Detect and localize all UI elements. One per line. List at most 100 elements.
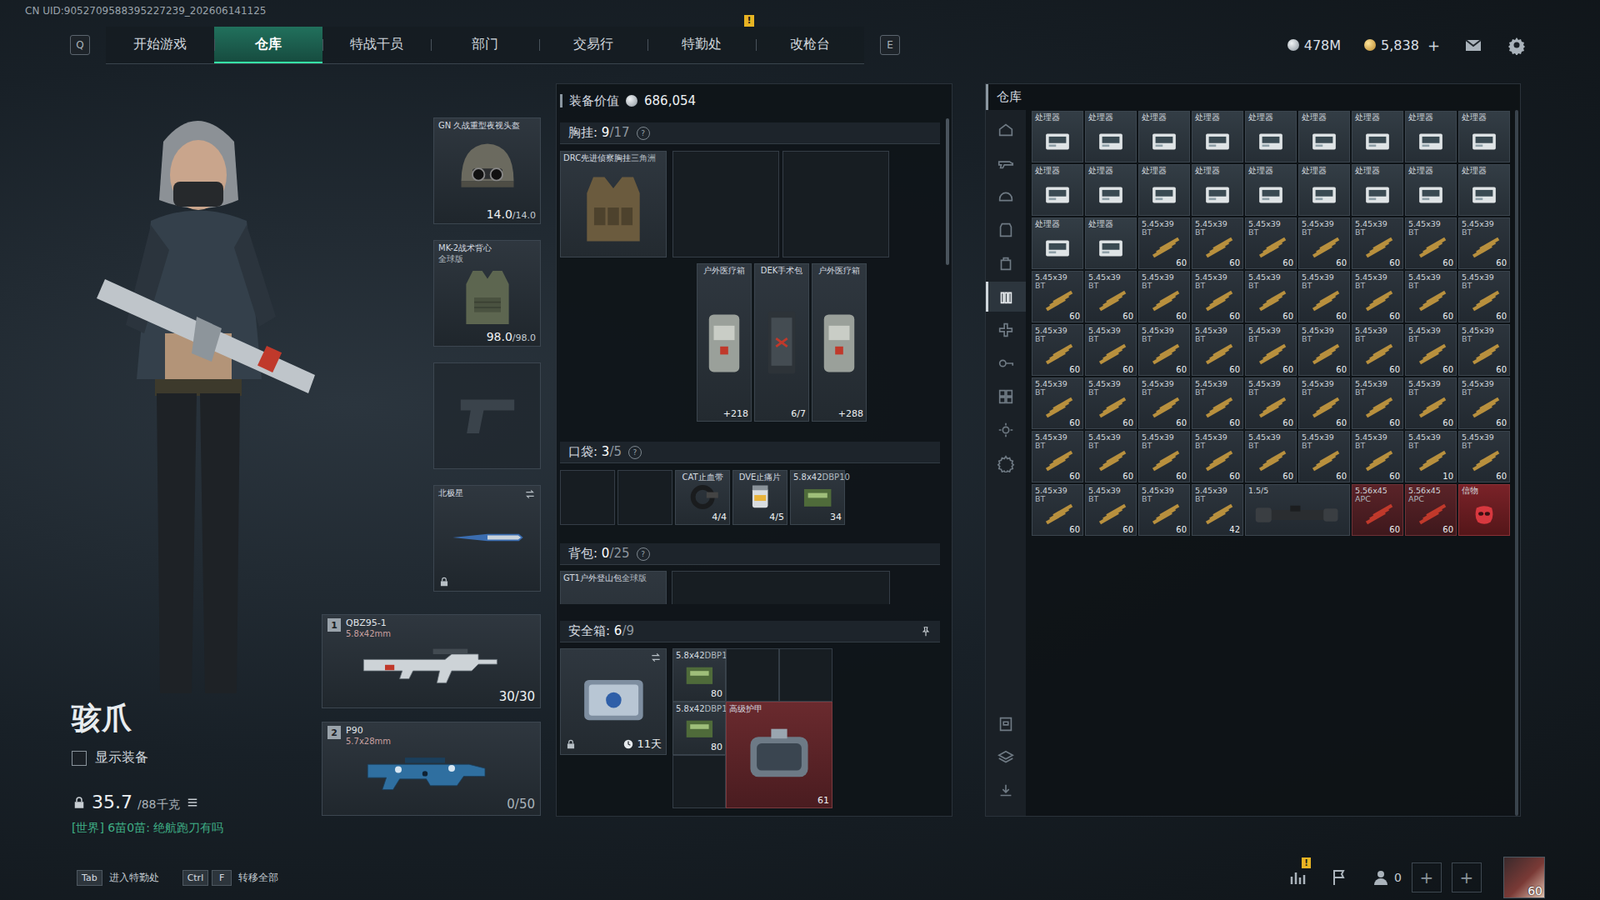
warehouse-item[interactable]: 5.45x39BT60 (1031, 377, 1084, 430)
warehouse-item[interactable]: 5.45x39BT60 (1458, 430, 1510, 483)
warehouse-item[interactable]: 处理器 (1458, 110, 1510, 163)
warehouse-item[interactable]: 处理器 (1138, 110, 1190, 163)
friends-count[interactable]: 0 (1370, 867, 1402, 888)
warehouse-item[interactable]: 5.45x39BT60 (1085, 484, 1137, 536)
warehouse-item[interactable]: 1.5/5 (1245, 484, 1350, 536)
warehouse-item[interactable]: 处理器 (1085, 164, 1137, 216)
safe-box-item[interactable]: 11天 (560, 648, 667, 755)
warehouse-item[interactable]: 处理器 (1191, 110, 1244, 163)
warehouse-item[interactable]: 5.45x39BT42 (1191, 484, 1244, 536)
empty-slot[interactable] (725, 648, 780, 702)
mail-icon[interactable] (1463, 35, 1484, 55)
nav-tab[interactable]: 部门 (430, 26, 540, 64)
warehouse-item[interactable]: 5.56x45APC60 (1405, 484, 1457, 536)
warehouse-item[interactable]: 处理器 (1031, 217, 1084, 270)
warehouse-item[interactable]: 5.45x39BT60 (1298, 430, 1350, 483)
nav-tab[interactable]: 开始游戏 (105, 26, 215, 64)
warehouse-item[interactable]: 5.45x39BT60 (1405, 377, 1457, 430)
warehouse-tool[interactable] (985, 775, 1026, 806)
empty-slot[interactable] (617, 470, 673, 525)
warehouse-item[interactable]: 5.45x39BT60 (1458, 270, 1510, 323)
empty-slot[interactable] (672, 755, 726, 809)
warehouse-scrollbar[interactable] (1515, 110, 1519, 816)
nav-left-key[interactable]: Q (70, 35, 90, 55)
warehouse-item[interactable]: 5.45x39BT10 (1405, 430, 1457, 483)
help-button[interactable]: ? (636, 126, 650, 140)
warehouse-item[interactable]: 处理器 (1031, 164, 1084, 216)
warehouse-item[interactable]: 处理器 (1405, 110, 1457, 163)
warehouse-item[interactable]: 5.45x39BT60 (1191, 377, 1244, 430)
category-filter[interactable] (985, 281, 1026, 312)
help-button[interactable]: ? (636, 547, 650, 561)
safe-item[interactable]: 5.8x42DBP1080 (672, 648, 726, 702)
warehouse-item[interactable]: 5.45x39BT60 (1245, 377, 1297, 430)
empty-slot[interactable] (672, 150, 780, 258)
warehouse-item[interactable]: 5.45x39BT60 (1458, 377, 1510, 430)
warehouse-item[interactable]: 5.56x45APC60 (1351, 484, 1404, 536)
category-filter[interactable] (985, 348, 1026, 379)
warehouse-item[interactable]: 5.45x39BT60 (1031, 430, 1084, 483)
category-filter[interactable] (985, 415, 1026, 445)
equipment-slot[interactable] (433, 362, 541, 470)
warehouse-item[interactable]: 5.45x39BT60 (1351, 270, 1404, 323)
flag-icon[interactable] (1329, 867, 1350, 888)
warehouse-item[interactable]: 5.45x39BT60 (1298, 377, 1350, 430)
warehouse-item[interactable]: 信物 (1458, 484, 1510, 536)
key-hint[interactable]: Tab进入特勤处 (76, 870, 160, 886)
warehouse-item[interactable]: 处理器 (1458, 164, 1510, 216)
warehouse-item[interactable]: 5.45x39BT60 (1298, 217, 1350, 270)
empty-slot[interactable] (779, 648, 833, 702)
warehouse-item[interactable]: 5.45x39BT60 (1031, 324, 1084, 376)
category-filter[interactable] (985, 381, 1026, 412)
warehouse-item[interactable]: 处理器 (1351, 164, 1404, 216)
empty-slot[interactable] (782, 150, 890, 258)
category-filter[interactable] (985, 248, 1026, 279)
warehouse-item[interactable]: 5.45x39BT60 (1458, 217, 1510, 270)
checkbox-box[interactable] (71, 750, 87, 766)
list-icon[interactable] (185, 795, 200, 810)
help-button[interactable]: ? (628, 445, 642, 460)
warehouse-item[interactable]: 5.45x39BT60 (1191, 270, 1244, 323)
warehouse-item[interactable]: 处理器 (1138, 164, 1190, 216)
warehouse-item[interactable]: 5.45x39BT60 (1138, 270, 1190, 323)
warehouse-item[interactable]: 5.45x39BT60 (1351, 324, 1404, 376)
warehouse-item[interactable]: 处理器 (1298, 164, 1350, 216)
pocket-item[interactable]: CAT止血带4/4 (675, 470, 730, 525)
weapon-slot[interactable]: 2P905.7x28mm0/50 (321, 721, 541, 816)
warehouse-item[interactable]: 5.45x39BT60 (1138, 324, 1190, 376)
nav-tab[interactable]: 仓库 (214, 26, 323, 64)
backpack-space[interactable] (671, 570, 890, 605)
warehouse-item[interactable]: 处理器 (1245, 164, 1297, 216)
warehouse-item[interactable]: 5.45x39BT60 (1085, 324, 1137, 376)
category-filter[interactable] (985, 215, 1026, 245)
weapon-slot[interactable]: 1QBZ95-15.8x42mm30/30 (321, 614, 541, 709)
warehouse-item[interactable]: 处理器 (1085, 217, 1137, 270)
nav-tab[interactable]: 改枪台 (755, 26, 865, 64)
warehouse-item[interactable]: 5.45x39BT60 (1031, 270, 1084, 323)
category-filter[interactable] (985, 181, 1026, 212)
warehouse-item[interactable]: 5.45x39BT60 (1138, 484, 1190, 536)
warehouse-item[interactable]: 5.45x39BT60 (1298, 270, 1350, 323)
pocket-item[interactable]: DVE止痛片4/5 (732, 470, 788, 525)
chest-item[interactable]: 户外医疗箱+288 (811, 263, 867, 422)
equipment-slot[interactable]: 北极星 (433, 485, 541, 592)
warehouse-item[interactable]: 处理器 (1031, 110, 1084, 163)
warehouse-item[interactable]: 5.45x39BT60 (1085, 430, 1137, 483)
player-avatar[interactable]: 60 (1503, 856, 1545, 899)
warehouse-item[interactable]: 5.45x39BT60 (1191, 430, 1244, 483)
warehouse-item[interactable]: 5.45x39BT60 (1245, 430, 1297, 483)
warehouse-item[interactable]: 5.45x39BT60 (1351, 377, 1404, 430)
warehouse-item[interactable]: 5.45x39BT60 (1405, 217, 1457, 270)
warehouse-item[interactable]: 处理器 (1351, 110, 1404, 163)
pin-icon[interactable] (920, 625, 932, 638)
warehouse-tool[interactable] (985, 742, 1026, 773)
nav-tab[interactable]: 交易行 (539, 26, 648, 64)
category-filter[interactable] (985, 315, 1026, 345)
swap-icon[interactable] (524, 488, 536, 500)
nav-tab[interactable]: 特战干员 (322, 26, 431, 64)
warehouse-item[interactable]: 5.45x39BT60 (1085, 270, 1137, 323)
warehouse-item[interactable]: 5.45x39BT60 (1138, 430, 1190, 483)
world-chat-line[interactable]: [世界] 6苗0苗: 绝航跑刀有吗 (71, 820, 322, 836)
warehouse-item[interactable]: 5.45x39BT60 (1405, 324, 1457, 376)
warehouse-item[interactable]: 5.45x39BT60 (1191, 217, 1244, 270)
